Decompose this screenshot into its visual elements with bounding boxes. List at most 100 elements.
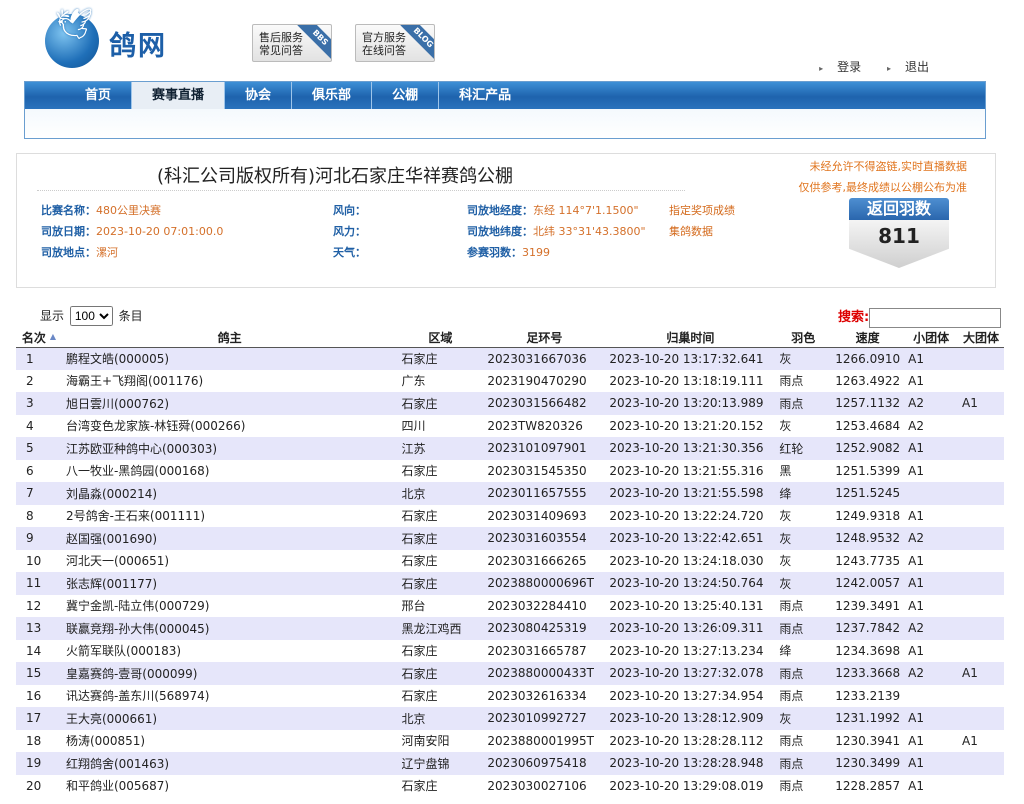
table-cell: 1 — [16, 347, 62, 370]
table-cell: A1 — [958, 662, 1004, 685]
table-row[interactable]: 9 赵国强(001690) 石家庄 2023031603554 2023-10-20 1… — [16, 527, 1004, 550]
table-cell: 河北天一(000651) — [61, 549, 398, 572]
official-service-button[interactable]: 官方服务 在线问答 BLOG — [355, 24, 435, 62]
table-cell — [904, 482, 959, 505]
table-cell: 石家庄 — [397, 527, 484, 550]
table-cell — [958, 594, 1004, 617]
column-header-8[interactable]: 大团体 — [958, 328, 1004, 348]
table-cell — [958, 369, 1004, 392]
table-cell: A1 — [958, 392, 1004, 415]
table-row[interactable]: 19 红翔鸽舍(001463) 辽宁盘锦 2023060975418 2023-10-2… — [16, 752, 1004, 775]
after-sales-faq-button[interactable]: 售后服务 常见问答 BBS — [252, 24, 332, 62]
column-header-2[interactable]: 区域 — [397, 328, 484, 348]
table-cell: 冀宁金凯-陆立伟(000729) — [61, 594, 398, 617]
table-cell: 2023060975418 — [483, 752, 606, 775]
table-cell: A1 — [904, 594, 959, 617]
page-length-select[interactable]: 100 — [69, 306, 113, 326]
table-cell: 雨点 — [775, 594, 832, 617]
table-cell — [958, 414, 1004, 437]
table-row[interactable]: 20 和平鸽业(005687) 石家庄 2023030027106 2023-10-20… — [16, 774, 1004, 797]
table-cell: 15 — [16, 662, 62, 685]
table-cell: 2023031665787 — [483, 639, 606, 662]
nav-item-2[interactable]: 协会 — [225, 82, 293, 109]
collection-data-link[interactable]: 集鸽数据 — [669, 223, 713, 239]
nav-item-0[interactable]: 首页 — [65, 82, 133, 109]
table-cell: 1249.9318 — [831, 504, 905, 527]
nav-item-3[interactable]: 俱乐部 — [292, 82, 373, 109]
table-row[interactable]: 8 2号鸽舍-王石来(001111) 石家庄 2023031409693 2023-10… — [16, 504, 1004, 527]
table-cell: 石家庄 — [397, 774, 484, 797]
table-cell: 2023031409693 — [483, 504, 606, 527]
table-row[interactable]: 17 王大亮(000661) 北京 2023010992727 2023-10-20 1… — [16, 707, 1004, 730]
table-cell: 2023032284410 — [483, 594, 606, 617]
table-cell — [958, 347, 1004, 370]
column-header-5[interactable]: 羽色 — [775, 328, 832, 348]
table-row[interactable]: 12 冀宁金凯-陆立伟(000729) 邢台 2023032284410 2023-10… — [16, 594, 1004, 617]
table-cell: 1233.3668 — [831, 662, 905, 685]
table-cell — [958, 707, 1004, 730]
table-cell: 2023880000696T — [483, 572, 606, 595]
table-cell: 6 — [16, 459, 62, 482]
table-cell: 雨点 — [775, 369, 832, 392]
table-row[interactable]: 11 张志辉(001177) 石家庄 2023880000696T 2023-10-20… — [16, 572, 1004, 595]
table-cell: 灰 — [775, 527, 832, 550]
table-row[interactable]: 2 海霸王+飞翔阁(001176) 广东 2023190470290 2023-10-2… — [16, 369, 1004, 392]
table-row[interactable]: 4 台湾变色龙家族-林钰舜(000266) 四川 2023TW820326 2023-1… — [16, 414, 1004, 437]
nav-bar: 首页 赛事直播 协会 俱乐部 公棚 科汇产品 — [25, 82, 985, 109]
table-cell — [958, 774, 1004, 797]
table-cell: 9 — [16, 527, 62, 550]
table-row[interactable]: 5 江苏欧亚种鸽中心(000303) 江苏 2023101097901 2023-10-… — [16, 437, 1004, 460]
table-row[interactable]: 15 皇嘉赛鸽-壹哥(000099) 石家庄 2023880000433T 2023-1… — [16, 662, 1004, 685]
table-row[interactable]: 16 讯达赛鸽-盖东川(568974) 石家庄 2023032616334 2023-1… — [16, 684, 1004, 707]
table-cell: 石家庄 — [397, 347, 484, 370]
table-cell: 2023010992727 — [483, 707, 606, 730]
table-cell: 4 — [16, 414, 62, 437]
table-cell: 2023011657555 — [483, 482, 606, 505]
nav-item-5[interactable]: 科汇产品 — [439, 82, 531, 109]
column-header-6[interactable]: 速度 — [831, 328, 905, 348]
column-header-7[interactable]: 小团体 — [904, 328, 959, 348]
table-row[interactable]: 18 杨涛(000851) 河南安阳 2023880001995T 2023-10-20… — [16, 729, 1004, 752]
logout-link[interactable]: 退出 — [887, 60, 929, 74]
table-cell: 2023TW820326 — [483, 414, 606, 437]
table-cell: A2 — [904, 527, 959, 550]
column-header-3[interactable]: 足环号 — [483, 328, 606, 348]
table-cell: 1251.5399 — [831, 459, 905, 482]
search-input[interactable] — [869, 307, 1002, 328]
nav-item-1[interactable]: 赛事直播 — [132, 82, 226, 109]
table-cell — [958, 639, 1004, 662]
logo[interactable]: 🕊 鸽网 — [45, 6, 185, 70]
table-cell: 5 — [16, 437, 62, 460]
login-link[interactable]: 登录 — [819, 60, 861, 74]
table-cell: 1251.5245 — [831, 482, 905, 505]
table-row[interactable]: 6 八一牧业-黑鸽园(000168) 石家庄 2023031545350 2023-10… — [16, 459, 1004, 482]
table-cell: 联赢竞翔-孙大伟(000045) — [61, 617, 398, 640]
table-row[interactable]: 3 旭日雲川(000762) 石家庄 2023031566482 2023-10-20 … — [16, 392, 1004, 415]
table-cell: 河南安阳 — [397, 729, 484, 752]
table-row[interactable]: 1 鹏程文皓(000005) 石家庄 2023031667036 2023-10-20 … — [16, 347, 1004, 370]
table-cell: 1242.0057 — [831, 572, 905, 595]
table-cell: 2023-10-20 13:25:40.131 — [605, 594, 776, 617]
nav-item-4[interactable]: 公棚 — [372, 82, 440, 109]
column-header-1[interactable]: 鸽主 — [61, 328, 398, 348]
table-cell: 黑龙江鸡西 — [397, 617, 484, 640]
table-cell — [958, 752, 1004, 775]
table-cell: 石家庄 — [397, 639, 484, 662]
table-header-row: 名次鸽主区域足环号归巢时间羽色速度小团体大团体 — [16, 328, 1004, 348]
wind-direction-row: 风向： — [333, 204, 366, 217]
table-cell: 2023-10-20 13:18:19.111 — [605, 369, 776, 392]
table-cell: 广东 — [397, 369, 484, 392]
table-cell: 雨点 — [775, 684, 832, 707]
table-cell: 2023-10-20 13:27:32.078 — [605, 662, 776, 685]
table-cell: 17 — [16, 707, 62, 730]
table-cell: A2 — [904, 414, 959, 437]
table-row[interactable]: 7 刘晶淼(000214) 北京 2023011657555 2023-10-20 13… — [16, 482, 1004, 505]
table-cell: A1 — [904, 347, 959, 370]
column-header-0[interactable]: 名次 — [16, 328, 62, 348]
table-row[interactable]: 13 联赢竞翔-孙大伟(000045) 黑龙江鸡西 2023080425319 2023… — [16, 617, 1004, 640]
table-cell: 石家庄 — [397, 684, 484, 707]
table-row[interactable]: 14 火箭军联队(000183) 石家庄 2023031665787 2023-10-2… — [16, 639, 1004, 662]
table-row[interactable]: 10 河北天一(000651) 石家庄 2023031666265 2023-10-20… — [16, 549, 1004, 572]
award-results-link[interactable]: 指定奖项成绩 — [669, 202, 735, 218]
column-header-4[interactable]: 归巢时间 — [605, 328, 776, 348]
